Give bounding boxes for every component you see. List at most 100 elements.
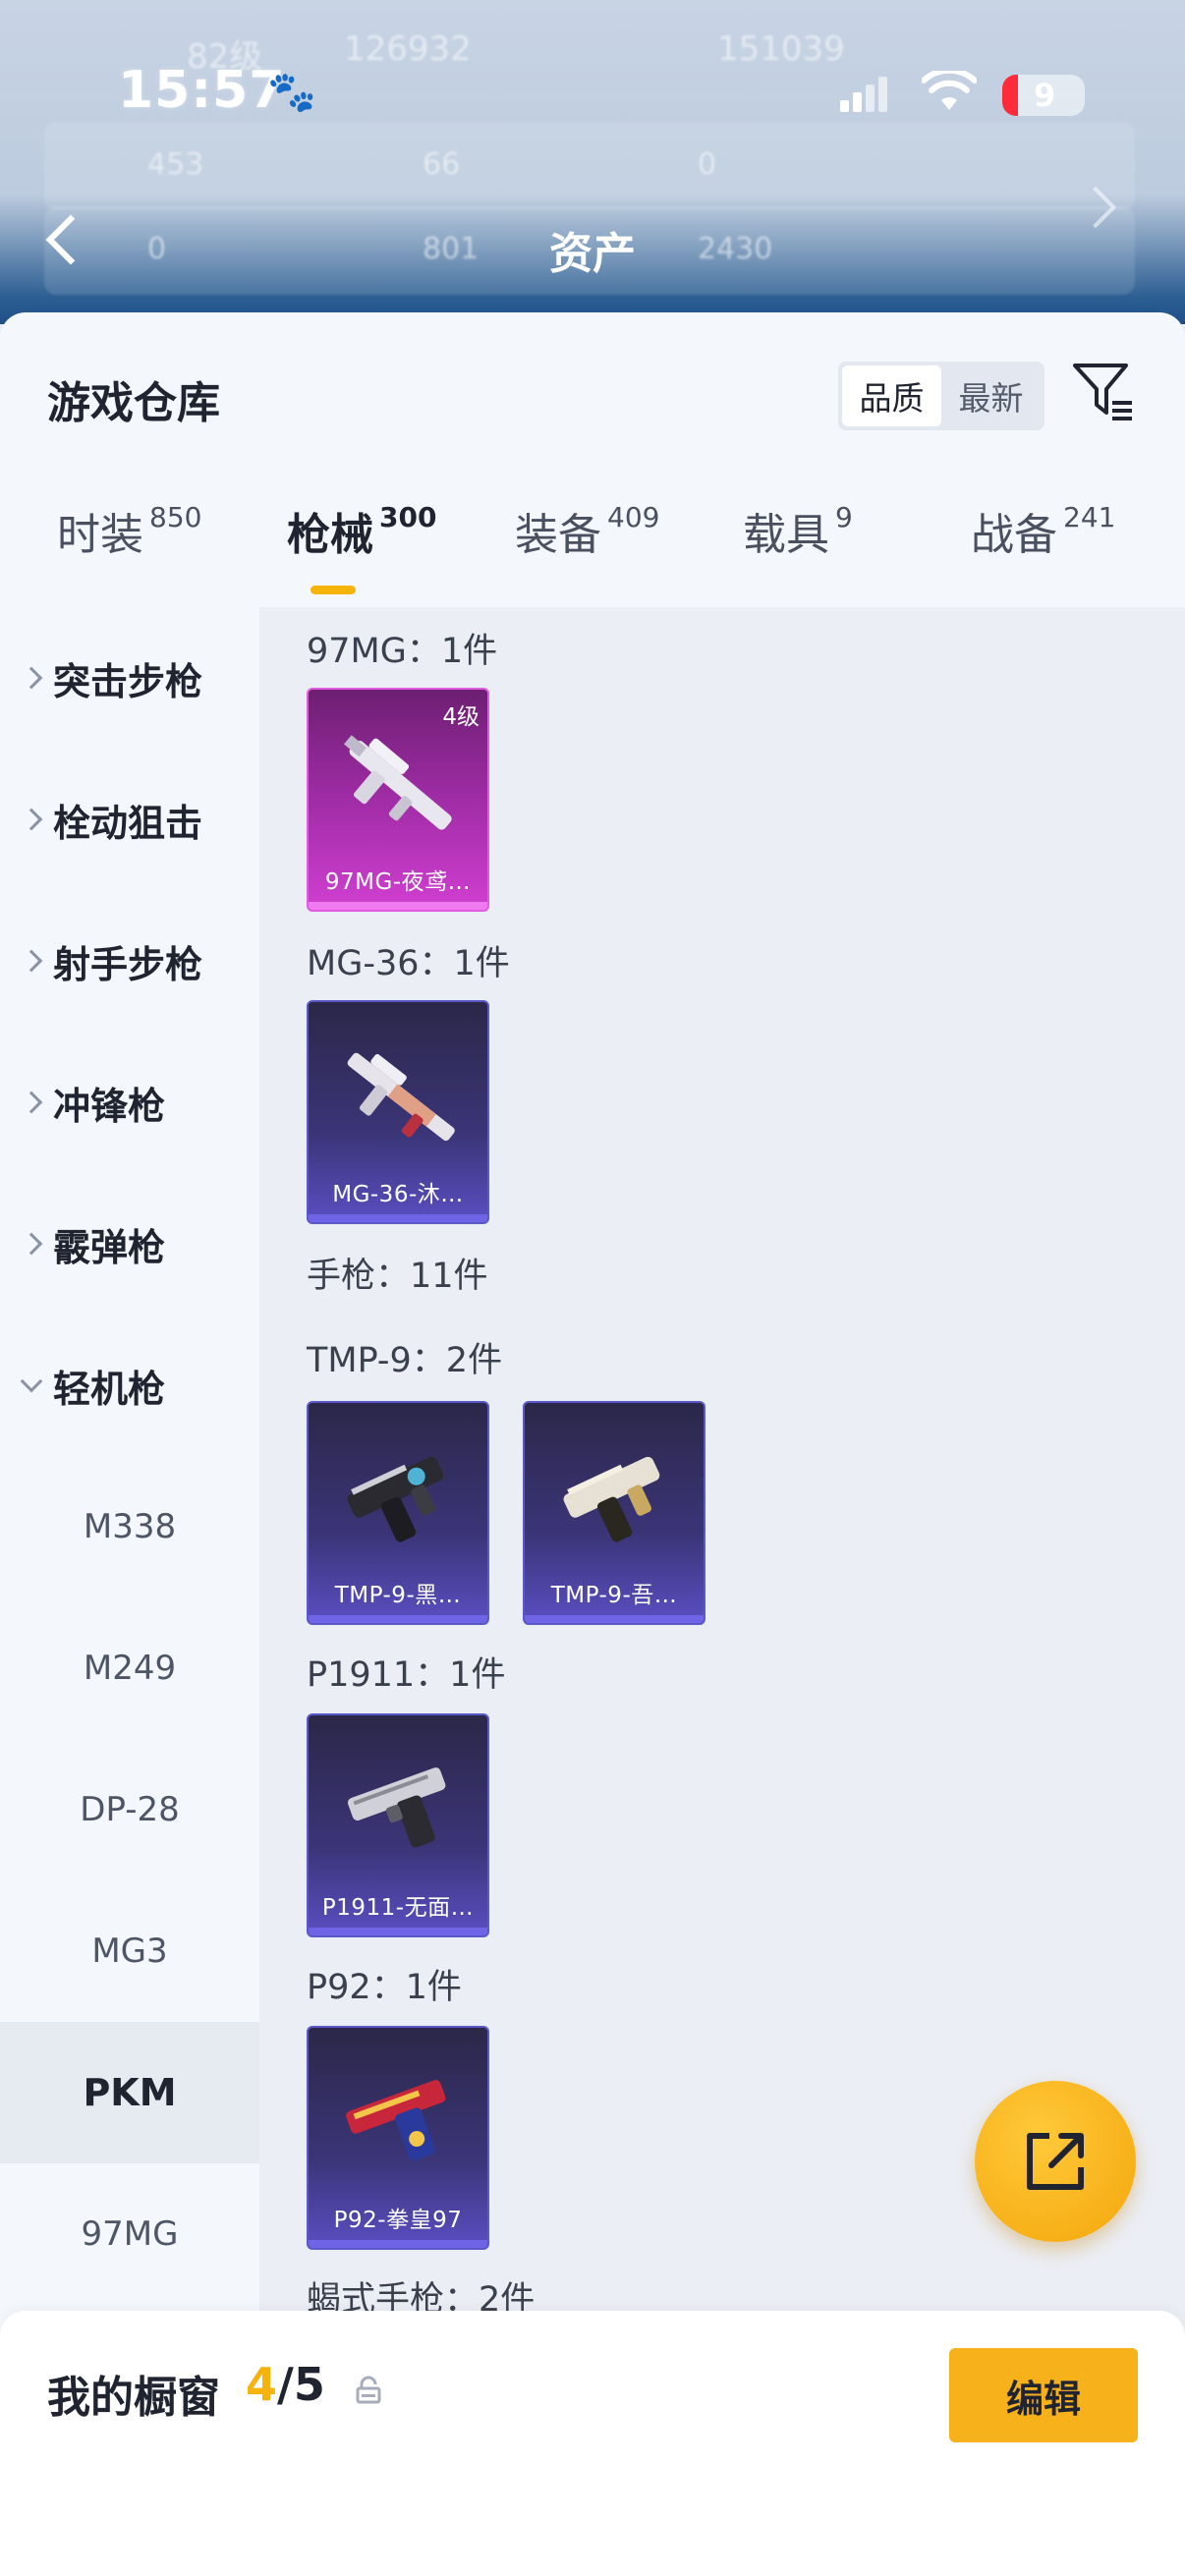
tab-label: 枪械 xyxy=(287,510,373,560)
sidebar-item-assault-rifle[interactable]: 突击步枪 xyxy=(0,607,259,749)
tab-count: 409 xyxy=(607,501,660,533)
weapon-type-sidebar: 突击步枪 栓动狙击 射手步枪 冲锋枪 霰弹枪 轻机枪 M338 M249 DP-… xyxy=(0,607,259,2336)
bg-score-text-2: 151039 xyxy=(717,29,845,69)
bg-score-text: 126932 xyxy=(344,29,472,69)
sidebar-item-label: 射手步枪 xyxy=(53,942,203,986)
tab-count: 9 xyxy=(835,501,853,533)
sort-newest-button[interactable]: 最新 xyxy=(941,365,1041,426)
showcase-total: /5 xyxy=(277,2358,325,2411)
item-card[interactable]: P1911-无面… xyxy=(307,1713,489,1937)
tab-count: 300 xyxy=(379,501,437,533)
item-card[interactable]: 4级 97MG-夜鸢… xyxy=(307,688,489,912)
tab-supplies[interactable]: 战备 241 xyxy=(971,499,1115,562)
group-label: MG-36：1件 xyxy=(307,944,510,983)
sheet-title: 游戏仓库 xyxy=(47,378,220,428)
showcase-bar: 我的橱窗 4/5 编辑 xyxy=(0,2311,1185,2576)
group-label: 手枪：11件 xyxy=(307,1257,488,1296)
category-tabs: 时装 850 枪械 300 装备 409 载具 9 战备 241 xyxy=(0,499,1185,617)
item-card[interactable]: TMP-9-吾… xyxy=(523,1401,705,1625)
item-list: 97MG：1件 4级 97MG-夜鸢… MG-36：1件 MG-36-沐… 手枪… xyxy=(259,607,1185,2336)
item-name: TMP-9-吾… xyxy=(550,1583,678,1608)
group-label: TMP-9：2件 xyxy=(307,1341,503,1380)
showcase-count: 4/5 xyxy=(246,2358,325,2411)
chevron-right-icon xyxy=(20,949,43,973)
sidebar-subitem-97mg[interactable]: 97MG xyxy=(0,2163,259,2305)
item-card[interactable]: TMP-9-黑… xyxy=(307,1401,489,1625)
sidebar-item-label: 冲锋枪 xyxy=(53,1084,166,1128)
sidebar-item-bolt-sniper[interactable]: 栓动狙击 xyxy=(0,749,259,890)
paw-icon: 🐾 xyxy=(267,70,316,115)
item-name: P1911-无面… xyxy=(321,1895,475,1921)
rarity-bar xyxy=(309,1928,487,1935)
rifle-skin-icon xyxy=(347,1052,455,1142)
sort-quality-button[interactable]: 品质 xyxy=(842,365,941,426)
sidebar-item-label: 霰弹枪 xyxy=(53,1225,166,1269)
rarity-bar xyxy=(309,1615,487,1623)
bg-stats-row xyxy=(44,122,1135,210)
rarity-bar xyxy=(309,902,487,910)
sidebar-subitem-mg3[interactable]: MG3 xyxy=(0,1880,259,2022)
share-fab-button[interactable] xyxy=(975,2081,1136,2242)
item-name: MG-36-沐… xyxy=(332,1182,464,1207)
filter-icon[interactable] xyxy=(1071,360,1134,422)
tab-label: 时装 xyxy=(57,510,143,560)
pistol-skin-icon xyxy=(347,1767,446,1848)
chevron-right-icon xyxy=(20,808,43,831)
group-label: P1911：1件 xyxy=(307,1655,506,1695)
page-title: 资产 xyxy=(549,229,636,279)
tab-firearms[interactable]: 枪械 300 xyxy=(287,499,436,562)
active-tab-indicator xyxy=(310,586,356,594)
tab-count: 241 xyxy=(1063,501,1116,533)
group-label: P92：1件 xyxy=(307,1968,462,2007)
sidebar-subitem-pkm[interactable]: PKM xyxy=(0,2022,259,2163)
battery-icon: 9 xyxy=(1002,75,1085,116)
bg-stat: 66 xyxy=(423,147,461,182)
edit-button[interactable]: 编辑 xyxy=(949,2348,1138,2442)
warehouse-sheet: 游戏仓库 品质 最新 时装 850 枪械 300 装备 409 载具 9 战备 … xyxy=(0,312,1185,2576)
sidebar-item-marksman-rifle[interactable]: 射手步枪 xyxy=(0,890,259,1032)
chevron-right-icon xyxy=(20,1232,43,1256)
battery-level: 9 xyxy=(1034,77,1056,114)
tab-label: 装备 xyxy=(515,510,601,560)
bg-stat: 0 xyxy=(698,147,717,182)
showcase-current: 4 xyxy=(246,2358,278,2411)
lmg-skin-icon xyxy=(344,735,452,830)
sidebar-subitem-m338[interactable]: M338 xyxy=(0,1456,259,1597)
rarity-bar xyxy=(309,1214,487,1222)
chevron-down-icon xyxy=(20,1370,43,1393)
sidebar-item-label: 栓动狙击 xyxy=(53,801,203,845)
lock-icon xyxy=(356,2376,381,2404)
signal-icon xyxy=(840,77,887,112)
showcase-title: 我的橱窗 xyxy=(47,2373,220,2423)
tab-fashion[interactable]: 时装 850 xyxy=(57,499,201,562)
rarity-bar xyxy=(525,1615,704,1623)
tab-label: 载具 xyxy=(743,510,829,560)
smg-skin-icon xyxy=(347,1456,444,1542)
rarity-bar xyxy=(309,2240,487,2248)
bg-stat: 453 xyxy=(147,147,204,182)
sidebar-item-smg[interactable]: 冲锋枪 xyxy=(0,1032,259,1173)
share-icon xyxy=(1027,2133,1084,2190)
item-name: 97MG-夜鸢… xyxy=(324,869,472,895)
sidebar-item-shotgun[interactable]: 霰弹枪 xyxy=(0,1173,259,1315)
item-name: TMP-9-黑… xyxy=(334,1583,462,1608)
item-name: P92-拳皇97 xyxy=(333,2208,463,2233)
tab-vehicles[interactable]: 载具 9 xyxy=(743,499,853,562)
group-label: 97MG：1件 xyxy=(307,632,498,671)
sidebar-item-lmg[interactable]: 轻机枪 xyxy=(0,1315,259,1456)
top-header: 82级 126932 151039 453 66 0 0 801 2430 15… xyxy=(0,0,1185,324)
chevron-right-icon xyxy=(20,666,43,690)
tab-count: 850 xyxy=(149,501,202,533)
status-time: 15:57 xyxy=(118,61,286,120)
chevron-right-icon xyxy=(20,1091,43,1114)
sidebar-item-label: 轻机枪 xyxy=(53,1367,166,1411)
sidebar-item-label: 突击步枪 xyxy=(53,659,203,703)
tab-equipment[interactable]: 装备 409 xyxy=(515,499,659,562)
wifi-icon xyxy=(921,67,978,125)
sort-toggle: 品质 最新 xyxy=(838,362,1044,430)
item-card[interactable]: P92-拳皇97 xyxy=(307,2026,489,2250)
smg-skin-icon xyxy=(563,1456,660,1542)
sidebar-subitem-dp28[interactable]: DP-28 xyxy=(0,1739,259,1880)
sidebar-subitem-m249[interactable]: M249 xyxy=(0,1597,259,1739)
item-card[interactable]: MG-36-沐… xyxy=(307,1000,489,1224)
